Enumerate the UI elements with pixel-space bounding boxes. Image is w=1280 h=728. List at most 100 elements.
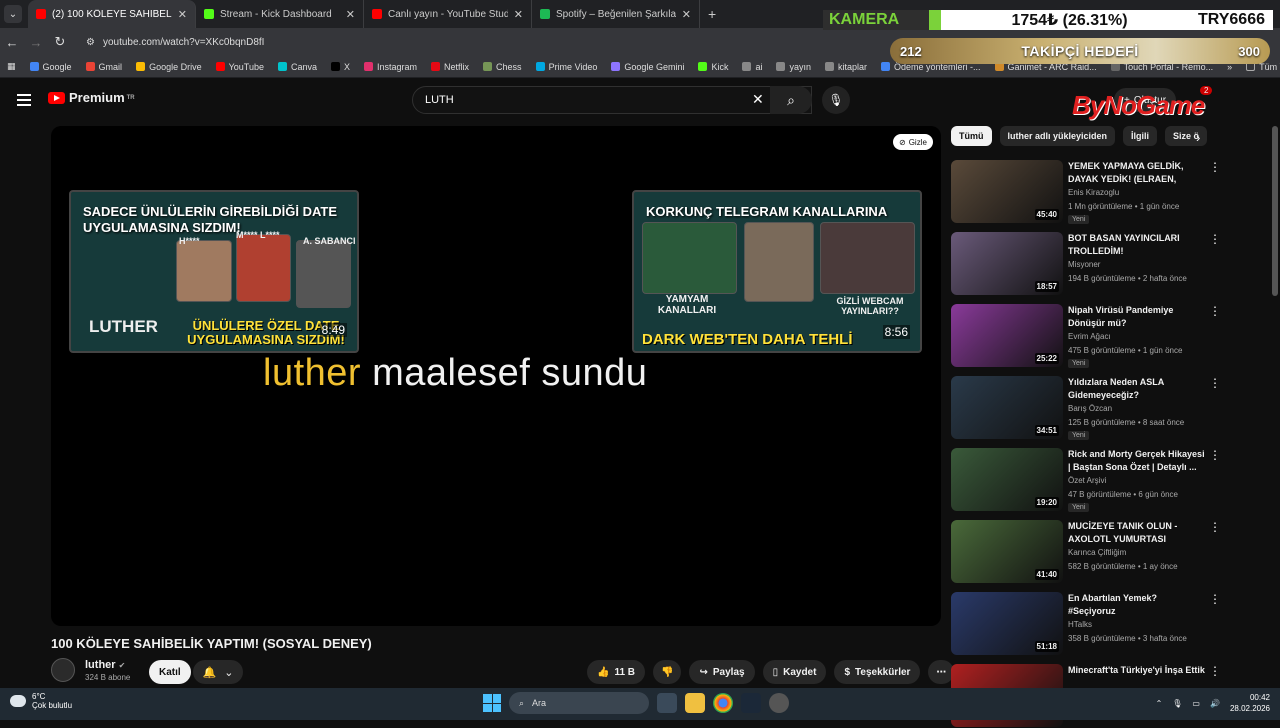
windows-start-icon[interactable] bbox=[483, 694, 501, 712]
obs-icon[interactable] bbox=[769, 693, 789, 713]
hide-button[interactable]: ⊘ Gizle bbox=[893, 134, 933, 150]
url-field[interactable]: ⚙ youtube.com/watch?v=XKc0bqnD8fI bbox=[78, 31, 878, 53]
back-icon[interactable]: ← bbox=[0, 35, 24, 50]
bookmark-item[interactable]: Google Gemini bbox=[604, 62, 691, 72]
voice-search-icon[interactable]: 🎙 bbox=[822, 86, 850, 114]
endscreen-card-1[interactable]: SADECE ÜNLÜLERİN GİREBİLDİĞİ DATE UYGULA… bbox=[69, 190, 359, 353]
microphone-icon[interactable]: 🎙 bbox=[1172, 699, 1182, 708]
close-icon[interactable]: ✕ bbox=[346, 8, 355, 21]
file-explorer-icon[interactable] bbox=[685, 693, 705, 713]
more-options-icon[interactable]: ⋮ bbox=[1209, 592, 1221, 606]
recommended-video[interactable]: 41:40 MUCİZEYE TANIK OLUN - AXOLOTL YUMUR… bbox=[951, 520, 1271, 584]
taskbar-search[interactable]: ⌕ Ara bbox=[509, 692, 649, 714]
channel-name[interactable]: HTalks bbox=[1068, 620, 1092, 629]
video-thumbnail[interactable]: 34:51 bbox=[951, 376, 1063, 439]
clock[interactable]: 00:42 28.02.2026 bbox=[1230, 692, 1270, 714]
more-options-icon[interactable]: ⋮ bbox=[1209, 232, 1221, 246]
bookmark-item[interactable]: YouTube bbox=[209, 62, 271, 72]
new-tab-button[interactable]: + bbox=[700, 6, 724, 22]
bookmark-item[interactable]: Google Drive bbox=[129, 62, 209, 72]
more-options-icon[interactable]: ⋮ bbox=[1209, 376, 1221, 390]
video-title[interactable]: Yıldızlara Neden ASLA Gidemeyeceğiz? bbox=[1068, 376, 1206, 402]
filter-chip[interactable]: İlgili bbox=[1123, 126, 1158, 146]
video-thumbnail[interactable]: 51:18 bbox=[951, 592, 1063, 655]
filter-chip[interactable]: luther adlı yükleyiciden bbox=[999, 126, 1116, 146]
channel-avatar[interactable] bbox=[51, 658, 75, 682]
dislike-button[interactable]: 👎 bbox=[653, 660, 682, 684]
video-title[interactable]: En Abartılan Yemek? #Seçiyoruz bbox=[1068, 592, 1206, 618]
filter-chip[interactable]: Tümü bbox=[951, 126, 992, 146]
recommended-video[interactable]: 45:40 YEMEK YAPMAYA GELDİK, DAYAK YEDİK! … bbox=[951, 160, 1271, 224]
browser-tab[interactable]: (2) 100 KÖLEYE SAHİBELİK YAPTIM ✕ bbox=[28, 0, 196, 28]
video-title[interactable]: YEMEK YAPMAYA GELDİK, DAYAK YEDİK! (ELRA… bbox=[1068, 160, 1206, 186]
clear-search-icon[interactable]: ✕ bbox=[752, 91, 764, 108]
browser-tab[interactable]: Stream - Kick Dashboard ✕ bbox=[196, 0, 364, 28]
bookmark-item[interactable]: Canva bbox=[271, 62, 324, 72]
video-thumbnail[interactable]: 19:20 bbox=[951, 448, 1063, 511]
video-thumbnail[interactable]: 41:40 bbox=[951, 520, 1063, 583]
forward-icon[interactable]: → bbox=[24, 35, 48, 50]
recommended-video[interactable]: 25:22 Nipah Virüsü Pandemiye Dönüşür mü? E… bbox=[951, 304, 1271, 368]
join-button[interactable]: Katıl bbox=[149, 660, 191, 684]
video-title[interactable]: MUCİZEYE TANIK OLUN - AXOLOTL YUMURTASI bbox=[1068, 520, 1206, 546]
weather-widget[interactable]: 6°C Çok bulutlu bbox=[10, 692, 72, 710]
subscription-bell-button[interactable]: 🔔 ⌄ bbox=[193, 660, 243, 684]
bookmark-item[interactable]: X bbox=[324, 62, 357, 72]
browser-tab[interactable]: Spotify – Beğenilen Şarkılar ✕ bbox=[532, 0, 700, 28]
bookmark-item[interactable]: Instagram bbox=[357, 62, 424, 72]
bookmark-item[interactable]: ai bbox=[735, 62, 769, 72]
video-title[interactable]: Nipah Virüsü Pandemiye Dönüşür mü? bbox=[1068, 304, 1206, 330]
channel-name[interactable]: Barış Özcan bbox=[1068, 404, 1112, 413]
steam-icon[interactable] bbox=[741, 693, 761, 713]
channel-name[interactable]: Karınca Çiftliğim bbox=[1068, 548, 1126, 557]
volume-icon[interactable]: 🔊 bbox=[1210, 699, 1220, 708]
endscreen-card-2[interactable]: KORKUNÇ TELEGRAM KANALLARINA SIZDIM! YAM… bbox=[632, 190, 922, 353]
close-icon[interactable]: ✕ bbox=[178, 8, 187, 21]
task-view-icon[interactable] bbox=[657, 693, 677, 713]
channel-name[interactable]: luther ✔ bbox=[85, 659, 130, 671]
bookmark-item[interactable]: Netflix bbox=[424, 62, 476, 72]
thanks-button[interactable]: $ Teşekkürler bbox=[834, 660, 921, 684]
recommended-video[interactable]: 34:51 Yıldızlara Neden ASLA Gidemeyeceğiz… bbox=[951, 376, 1271, 440]
close-icon[interactable]: ✕ bbox=[682, 8, 691, 21]
more-options-icon[interactable]: ⋮ bbox=[1209, 160, 1221, 174]
video-thumbnail[interactable]: 18:57 bbox=[951, 232, 1063, 295]
bookmark-item[interactable]: Kick bbox=[691, 62, 735, 72]
channel-name[interactable]: Evrim Ağacı bbox=[1068, 332, 1111, 341]
channel-name[interactable]: Misyoner bbox=[1068, 260, 1100, 269]
filter-chip[interactable]: Size ö bbox=[1165, 126, 1208, 146]
video-title[interactable]: BOT BASAN YAYINCILARI TROLLEDİM! bbox=[1068, 232, 1206, 258]
share-button[interactable]: ↪ Paylaş bbox=[689, 660, 755, 684]
like-button[interactable]: 👍 11 B bbox=[587, 660, 646, 684]
search-button[interactable]: ⌕ bbox=[770, 86, 812, 114]
bookmark-item[interactable]: Gmail bbox=[79, 62, 130, 72]
close-icon[interactable]: ✕ bbox=[514, 8, 523, 21]
chevron-right-icon[interactable]: › bbox=[1196, 130, 1200, 145]
bookmark-item[interactable]: Prime Video bbox=[529, 62, 605, 72]
video-thumbnail[interactable]: 25:22 bbox=[951, 304, 1063, 367]
save-button[interactable]: ▯ Kaydet bbox=[762, 660, 827, 684]
scrollbar[interactable] bbox=[1272, 126, 1278, 296]
menu-icon[interactable] bbox=[17, 94, 31, 106]
bookmark-item[interactable]: kitaplar bbox=[818, 62, 874, 72]
bookmark-item[interactable]: Google bbox=[23, 62, 79, 72]
channel-name[interactable]: Özet Arşivi bbox=[1068, 476, 1106, 485]
recommended-video[interactable]: 51:18 En Abartılan Yemek? #Seçiyoruz HTalk… bbox=[951, 592, 1271, 656]
video-title[interactable]: Rick and Morty Gerçek Hikayesi | Baştan … bbox=[1068, 448, 1206, 474]
more-options-icon[interactable]: ⋮ bbox=[1209, 520, 1221, 534]
youtube-logo[interactable]: Premium TR bbox=[48, 90, 135, 105]
recommended-video[interactable]: 18:57 BOT BASAN YAYINCILARI TROLLEDİM! Mis… bbox=[951, 232, 1271, 296]
channel-name[interactable]: Enis Kirazoglu bbox=[1068, 188, 1119, 197]
more-options-icon[interactable]: ⋮ bbox=[1209, 448, 1221, 462]
video-thumbnail[interactable]: 45:40 bbox=[951, 160, 1063, 223]
site-info-icon[interactable]: ⚙ bbox=[86, 37, 95, 48]
chevron-up-icon[interactable]: ⌃ bbox=[1156, 699, 1163, 708]
reload-icon[interactable]: ↻ bbox=[48, 34, 72, 50]
more-options-icon[interactable]: ⋮ bbox=[1209, 304, 1221, 318]
apps-icon[interactable]: ▦ bbox=[0, 61, 23, 72]
more-options-icon[interactable]: ⋮ bbox=[1209, 664, 1221, 678]
network-icon[interactable]: ▭ bbox=[1192, 699, 1200, 708]
tab-search-button[interactable]: ⌄ bbox=[4, 5, 22, 23]
chrome-icon[interactable] bbox=[713, 693, 733, 713]
video-title[interactable]: Minecraft'ta Türkiye'yi İnşa Ettik bbox=[1068, 664, 1206, 677]
